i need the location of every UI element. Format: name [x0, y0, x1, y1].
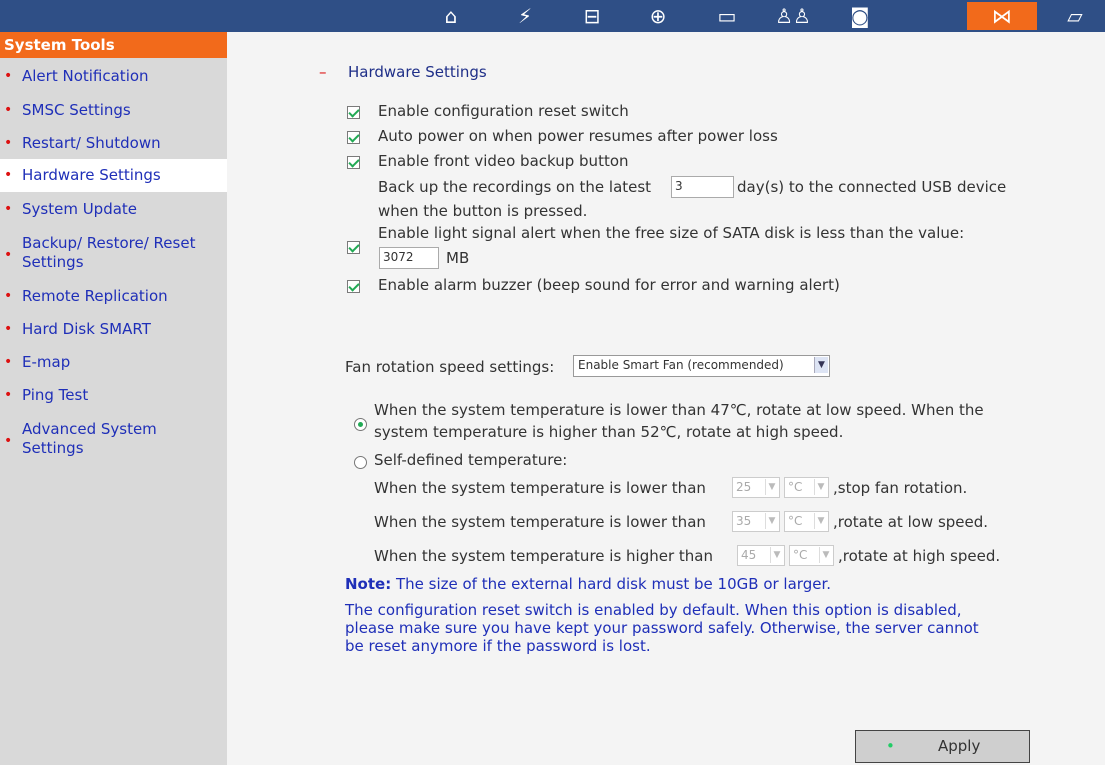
light-alert-label: Enable light signal alert when the free … [378, 224, 965, 242]
sidebar-item-remote-replication[interactable]: • Remote Replication [0, 287, 227, 306]
camera-icon[interactable]: ◙ [830, 2, 890, 30]
temp-row3-value-select[interactable]: 45 ▼ [737, 545, 785, 566]
sidebar-item-e-map[interactable]: • E-map [0, 353, 227, 372]
smart-fan-radio[interactable] [354, 418, 367, 431]
temp-row2-value-select[interactable]: 35 ▼ [732, 511, 780, 532]
network-icon[interactable]: ⚡ [495, 2, 555, 30]
temp-row1-suffix: ,stop fan rotation. [833, 479, 968, 497]
home-icon[interactable]: ⌂ [421, 2, 481, 30]
temp-row1-value-select[interactable]: 25 ▼ [732, 477, 780, 498]
smart-fan-line1: When the system temperature is lower tha… [374, 401, 984, 419]
light-alert-unit: MB [446, 249, 470, 267]
custom-temp-label: Self-defined temperature: [374, 451, 568, 469]
reset-switch-checkbox[interactable] [347, 106, 360, 119]
fan-speed-select[interactable]: Enable Smart Fan (recommended) ▼ [573, 355, 830, 377]
auto-power-checkbox[interactable] [347, 131, 360, 144]
sidebar-item-backup-restore-reset[interactable]: • Backup/ Restore/ Reset Settings [0, 234, 210, 272]
fan-speed-selected: Enable Smart Fan (recommended) [578, 358, 784, 372]
reset-switch-label: Enable configuration reset switch [378, 102, 629, 120]
backup-days-line2: when the button is pressed. [378, 202, 588, 220]
chevron-down-icon: ▼ [814, 479, 827, 495]
backup-days-input[interactable]: 3 [671, 176, 734, 198]
chevron-down-icon: ▼ [765, 513, 778, 529]
sidebar-item-advanced-system-settings[interactable]: • Advanced System Settings [0, 420, 180, 458]
temp-row2-prefix: When the system temperature is lower tha… [374, 513, 706, 531]
alarm-buzzer-checkbox[interactable] [347, 280, 360, 293]
temp-row3-suffix: ,rotate at high speed. [838, 547, 1001, 565]
power-icon[interactable]: ⊕ [628, 2, 688, 30]
fan-speed-label: Fan rotation speed settings: [345, 358, 555, 376]
users-icon[interactable]: ♙♙ [763, 2, 823, 30]
main-content: – Hardware Settings Enable configuration… [227, 32, 1105, 765]
storage-icon[interactable]: ▭ [697, 2, 757, 30]
info-line-3: be reset anymore if the password is lost… [345, 637, 651, 655]
sidebar-item-restart-shutdown[interactable]: • Restart/ Shutdown [0, 134, 227, 153]
note: Note: The size of the external hard disk… [345, 575, 831, 593]
temp-row3-prefix: When the system temperature is higher th… [374, 547, 713, 565]
smart-fan-line2: system temperature is higher than 52℃, r… [374, 423, 844, 441]
info-line-2: please make sure you have kept your pass… [345, 619, 979, 637]
light-alert-value-input[interactable]: 3072 [379, 247, 439, 269]
system-tools-icon[interactable]: ⋈ [967, 2, 1037, 30]
temp-row1-prefix: When the system temperature is lower tha… [374, 479, 706, 497]
devices-icon[interactable]: ⊟ [562, 2, 622, 30]
backup-days-suffix: day(s) to the connected USB device [737, 178, 1007, 196]
sidebar-item-hardware-settings[interactable]: • Hardware Settings [0, 159, 227, 192]
sidebar-item-hard-disk-smart[interactable]: • Hard Disk SMART [0, 320, 227, 339]
auto-power-label: Auto power on when power resumes after p… [378, 127, 778, 145]
info-line-1: The configuration reset switch is enable… [345, 601, 962, 619]
chevron-down-icon: ▼ [819, 547, 832, 563]
sidebar-header: System Tools [0, 32, 227, 58]
backup-days-prefix: Back up the recordings on the latest [378, 178, 652, 196]
info-text: The configuration reset switch is enable… [345, 601, 979, 655]
chevron-down-icon: ▼ [765, 479, 778, 495]
temp-row2-suffix: ,rotate at low speed. [833, 513, 989, 531]
front-backup-label: Enable front video backup button [378, 152, 629, 170]
front-backup-checkbox[interactable] [347, 156, 360, 169]
temp-row2-unit-select[interactable]: °C ▼ [784, 511, 829, 532]
log-icon[interactable]: ▱ [1045, 2, 1105, 30]
chevron-down-icon: ▼ [814, 513, 827, 529]
apply-button[interactable]: • Apply [855, 730, 1030, 763]
apply-bullet-icon: • [886, 737, 895, 755]
sidebar-item-system-update[interactable]: • System Update [0, 200, 227, 219]
top-navigation-bar: ⌂ ⚡ ⊟ ⊕ ▭ ♙♙ ◙ ⋈ ▱ [0, 0, 1105, 32]
chevron-down-icon: ▼ [770, 547, 783, 563]
sidebar-item-alert-notification[interactable]: • Alert Notification [0, 67, 227, 86]
sidebar-item-ping-test[interactable]: • Ping Test [0, 386, 227, 405]
sidebar-item-smsc-settings[interactable]: • SMSC Settings [0, 101, 227, 120]
alarm-buzzer-label: Enable alarm buzzer (beep sound for erro… [378, 276, 840, 294]
temp-row3-unit-select[interactable]: °C ▼ [789, 545, 834, 566]
apply-label: Apply [938, 737, 981, 755]
custom-temp-radio[interactable] [354, 456, 367, 469]
chevron-down-icon: ▼ [814, 357, 828, 373]
note-label: Note: [345, 575, 392, 593]
sidebar: System Tools • Alert Notification • SMSC S… [0, 32, 227, 765]
section-title: Hardware Settings [348, 63, 487, 81]
temp-row1-unit-select[interactable]: °C ▼ [784, 477, 829, 498]
light-alert-checkbox[interactable] [347, 241, 360, 254]
section-bullet: – [319, 63, 327, 81]
note-text: The size of the external hard disk must … [395, 575, 832, 593]
